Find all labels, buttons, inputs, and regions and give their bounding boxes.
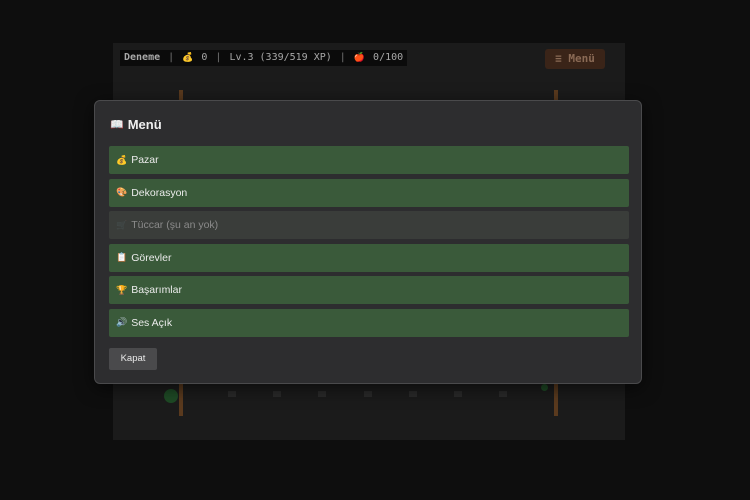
menu-item-dekorasyon[interactable]: 🎨 Dekorasyon xyxy=(109,178,629,207)
menu-item-label: Tüccar (şu an yok) xyxy=(131,219,219,231)
hud-separator: | xyxy=(339,52,346,63)
merchant-icon: 🛒 xyxy=(116,219,128,230)
status-bar: Deneme | 💰 0 | Lv.3 (339/519 XP) | 🍎 0/1… xyxy=(120,50,408,66)
bush xyxy=(164,389,178,403)
crop-plot[interactable] xyxy=(454,391,462,397)
energy-count: 0/100 xyxy=(373,52,404,63)
menu-item-label: Ses Açık xyxy=(131,316,173,329)
money-bag-icon: 💰 xyxy=(116,154,128,165)
menu-item-pazar[interactable]: 💰 Pazar xyxy=(109,146,629,174)
menu-item-label: Dekorasyon xyxy=(131,186,188,199)
modal-title: 📖 Menü xyxy=(110,117,162,132)
apple-icon: 🍎 xyxy=(353,53,366,63)
speaker-icon: 🔊 xyxy=(116,317,128,327)
scroll-icon: 📋 xyxy=(116,252,128,262)
bush xyxy=(541,384,548,391)
coin-count: 0 xyxy=(201,52,208,63)
menu-item-label: Başarımlar xyxy=(131,284,182,296)
farm-name: Deneme xyxy=(124,52,161,63)
menu-item-tuccar: 🛒 Tüccar (şu an yok) xyxy=(109,211,629,239)
crop-plot[interactable] xyxy=(409,391,417,397)
menu-item-sound-toggle[interactable]: 🔊 Ses Açık xyxy=(109,308,629,337)
menu-list: 💰 Pazar 🎨 Dekorasyon 🛒 Tüccar (şu an yok… xyxy=(109,146,629,341)
menu-item-label: Pazar xyxy=(131,154,159,166)
modal-title-text: Menü xyxy=(127,117,162,132)
hud-separator: | xyxy=(168,52,175,63)
menu-item-basarimlar[interactable]: 🏆 Başarımlar xyxy=(109,276,629,304)
fence-post xyxy=(554,384,558,416)
menu-item-gorevler[interactable]: 📋 Görevler xyxy=(109,243,629,272)
fence-post xyxy=(179,384,183,416)
crop-plot[interactable] xyxy=(228,391,236,397)
hud-separator: | xyxy=(215,52,222,63)
menu-item-label: Görevler xyxy=(131,251,172,264)
level-text: Lv.3 (339/519 XP) xyxy=(229,52,332,63)
crop-plot[interactable] xyxy=(499,391,507,397)
close-button[interactable]: Kapat xyxy=(109,348,157,370)
money-bag-icon: 💰 xyxy=(182,53,194,63)
trophy-icon: 🏆 xyxy=(116,284,128,295)
palette-icon: 🎨 xyxy=(116,187,128,197)
menu-modal: 📖 Menü 💰 Pazar 🎨 Dekorasyon 🛒 Tüccar (şu… xyxy=(94,100,642,384)
book-icon: 📖 xyxy=(110,119,124,131)
top-menu-button[interactable]: ≡ Menü xyxy=(545,49,605,69)
crop-plot[interactable] xyxy=(364,391,372,397)
crop-plot[interactable] xyxy=(273,391,281,397)
crop-plot[interactable] xyxy=(318,391,326,397)
